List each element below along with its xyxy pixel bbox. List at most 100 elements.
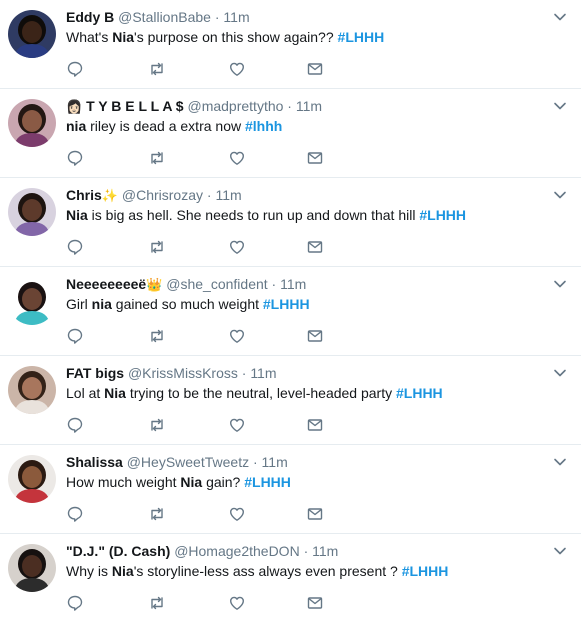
tweet-timestamp[interactable]: 11m bbox=[223, 9, 249, 25]
chevron-down-icon[interactable] bbox=[553, 455, 567, 469]
avatar-image bbox=[8, 10, 56, 58]
hashtag-link[interactable]: #LHHH bbox=[244, 474, 291, 490]
envelope-icon[interactable] bbox=[306, 505, 324, 523]
tweet-header: Chris✨ @Chrisrozay · 11m bbox=[66, 186, 242, 205]
avatar[interactable] bbox=[8, 544, 56, 592]
heart-icon[interactable] bbox=[228, 505, 246, 523]
envelope-icon[interactable] bbox=[306, 60, 324, 78]
display-name[interactable]: Shalissa bbox=[66, 454, 123, 470]
tweet-text: How much weight Nia gain? #LHHH bbox=[66, 473, 291, 491]
display-name[interactable]: "D.J." (D. Cash) bbox=[66, 543, 170, 559]
user-handle[interactable]: @KrissMissKross bbox=[128, 365, 238, 381]
avatar[interactable] bbox=[8, 366, 56, 414]
tweet-header: 👩🏻 T Y B E L L A $ @madprettytho · 11m bbox=[66, 97, 322, 116]
tweet-timestamp[interactable]: 11m bbox=[250, 365, 276, 381]
user-handle[interactable]: @Homage2theDON bbox=[174, 543, 300, 559]
name-prefix-emoji: 👩🏻 bbox=[66, 99, 83, 114]
tweet-actions bbox=[66, 149, 346, 167]
avatar[interactable] bbox=[8, 99, 56, 147]
tweet-timestamp[interactable]: 11m bbox=[215, 187, 241, 203]
tweet-timestamp[interactable]: 11m bbox=[296, 98, 322, 114]
retweet-icon[interactable] bbox=[148, 505, 166, 523]
chevron-down-icon[interactable] bbox=[553, 544, 567, 558]
highlighted-term: Nia bbox=[66, 207, 88, 223]
tweet-actions bbox=[66, 505, 346, 523]
retweet-icon[interactable] bbox=[148, 416, 166, 434]
retweet-icon[interactable] bbox=[148, 327, 166, 345]
avatar-image bbox=[8, 455, 56, 503]
name-emoji: 👑 bbox=[146, 277, 163, 292]
display-name[interactable]: FAT bigs bbox=[66, 365, 124, 381]
tweet-header: Shalissa @HeySweetTweetz · 11m bbox=[66, 453, 288, 472]
user-handle[interactable]: @HeySweetTweetz bbox=[127, 454, 249, 470]
chevron-down-icon[interactable] bbox=[553, 366, 567, 380]
chevron-down-icon[interactable] bbox=[553, 10, 567, 24]
highlighted-term: Nia bbox=[104, 385, 126, 401]
hashtag-link[interactable]: #LHHH bbox=[396, 385, 443, 401]
retweet-icon[interactable] bbox=[148, 238, 166, 256]
avatar[interactable] bbox=[8, 10, 56, 58]
envelope-icon[interactable] bbox=[306, 327, 324, 345]
highlighted-term: nia bbox=[66, 118, 87, 134]
reply-icon[interactable] bbox=[66, 327, 84, 345]
envelope-icon[interactable] bbox=[306, 238, 324, 256]
reply-icon[interactable] bbox=[66, 60, 84, 78]
retweet-icon[interactable] bbox=[148, 60, 166, 78]
separator-dot: · bbox=[271, 276, 277, 292]
chevron-down-icon[interactable] bbox=[553, 277, 567, 291]
reply-icon[interactable] bbox=[66, 594, 84, 612]
heart-icon[interactable] bbox=[228, 238, 246, 256]
separator-dot: · bbox=[241, 365, 247, 381]
reply-icon[interactable] bbox=[66, 149, 84, 167]
display-name[interactable]: T Y B E L L A $ bbox=[86, 98, 184, 114]
heart-icon[interactable] bbox=[228, 149, 246, 167]
avatar-image bbox=[8, 366, 56, 414]
user-handle[interactable]: @she_confident bbox=[166, 276, 267, 292]
avatar[interactable] bbox=[8, 188, 56, 236]
tweet-text: Nia is big as hell. She needs to run up … bbox=[66, 206, 466, 224]
hashtag-link[interactable]: #LHHH bbox=[402, 563, 449, 579]
tweet-header: FAT bigs @KrissMissKross · 11m bbox=[66, 364, 277, 383]
tweet-text-run: How much weight bbox=[66, 474, 181, 490]
hashtag-link[interactable]: #LHHH bbox=[419, 207, 466, 223]
hashtag-link[interactable]: #lhhh bbox=[245, 118, 282, 134]
retweet-icon[interactable] bbox=[148, 149, 166, 167]
reply-icon[interactable] bbox=[66, 505, 84, 523]
chevron-down-icon[interactable] bbox=[553, 188, 567, 202]
user-handle[interactable]: @Chrisrozay bbox=[122, 187, 203, 203]
reply-icon[interactable] bbox=[66, 238, 84, 256]
tweet-text: Why is Nia's storyline-less ass always e… bbox=[66, 562, 448, 580]
display-name[interactable]: Chris bbox=[66, 187, 102, 203]
avatar[interactable] bbox=[8, 277, 56, 325]
envelope-icon[interactable] bbox=[306, 416, 324, 434]
tweet-text: Lol at Nia trying to be the neutral, lev… bbox=[66, 384, 443, 402]
avatar-image bbox=[8, 544, 56, 592]
hashtag-link[interactable]: #LHHH bbox=[338, 29, 385, 45]
user-handle[interactable]: @madprettytho bbox=[187, 98, 283, 114]
tweet-text-run: gained so much weight bbox=[111, 296, 263, 312]
heart-icon[interactable] bbox=[228, 60, 246, 78]
retweet-icon[interactable] bbox=[148, 594, 166, 612]
envelope-icon[interactable] bbox=[306, 594, 324, 612]
heart-icon[interactable] bbox=[228, 327, 246, 345]
envelope-icon[interactable] bbox=[306, 149, 324, 167]
tweet-timestamp[interactable]: 11m bbox=[280, 276, 306, 292]
tweet: 👩🏻 T Y B E L L A $ @madprettytho · 11m n… bbox=[0, 89, 581, 178]
tweet: Eddy B @StallionBabe · 11m What's Nia's … bbox=[0, 0, 581, 89]
display-name[interactable]: Neeeeeeeeë bbox=[66, 276, 146, 292]
chevron-down-icon[interactable] bbox=[553, 99, 567, 113]
tweet-actions bbox=[66, 327, 346, 345]
tweet: FAT bigs @KrissMissKross · 11m Lol at Ni… bbox=[0, 356, 581, 445]
heart-icon[interactable] bbox=[228, 416, 246, 434]
user-handle[interactable]: @StallionBabe bbox=[118, 9, 211, 25]
tweet-timestamp[interactable]: 11m bbox=[312, 543, 338, 559]
display-name[interactable]: Eddy B bbox=[66, 9, 114, 25]
reply-icon[interactable] bbox=[66, 416, 84, 434]
tweet-actions bbox=[66, 60, 346, 78]
tweet-text: Girl nia gained so much weight #LHHH bbox=[66, 295, 310, 313]
heart-icon[interactable] bbox=[228, 594, 246, 612]
avatar[interactable] bbox=[8, 455, 56, 503]
hashtag-link[interactable]: #LHHH bbox=[263, 296, 310, 312]
tweet-text-run: 's storyline-less ass always even presen… bbox=[133, 563, 402, 579]
tweet-timestamp[interactable]: 11m bbox=[262, 454, 288, 470]
